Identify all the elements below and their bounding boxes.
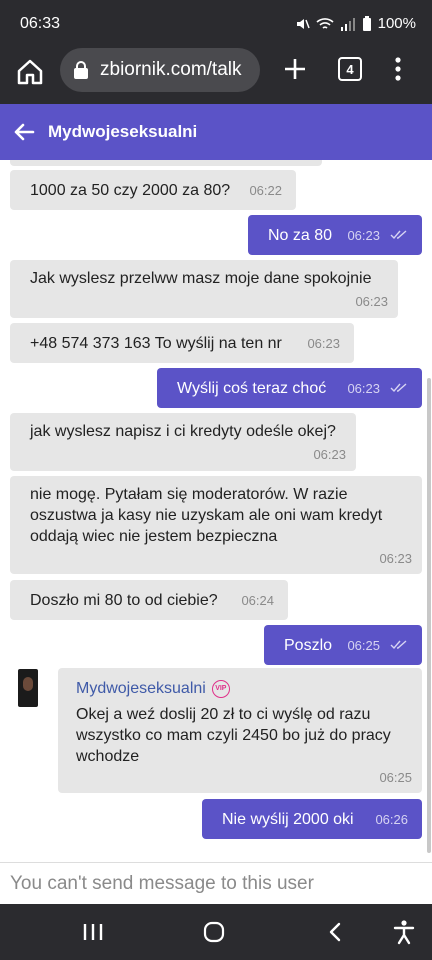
message-outgoing: Nie wyślij 2000 oki 06:26 (202, 799, 422, 839)
lock-icon (74, 61, 88, 79)
battery-level: 100% (377, 15, 416, 32)
message-incoming: jak wyslesz napisz i ci kredyty odeśle o… (10, 413, 356, 471)
status-time: 06:33 (20, 15, 61, 32)
message-time: 06:25 (347, 637, 380, 653)
url-bar[interactable]: zbiornik.com/talk (60, 48, 260, 92)
accessibility-icon[interactable] (392, 919, 416, 945)
message-text: Doszło mi 80 to od ciebie? (30, 591, 218, 609)
vip-badge: VIP (211, 679, 230, 698)
message-incoming: nie mogę. Pytałam się moderatorów. W raz… (10, 476, 422, 574)
message-incoming: 1000 za 50 czy 2000 za 80? 06:22 (10, 170, 296, 210)
system-nav-bar (0, 904, 432, 960)
message-outgoing: Poszlo 06:25 (264, 625, 422, 665)
message-time: 06:22 (249, 182, 282, 198)
read-receipt-icon (390, 640, 407, 650)
message-time: 06:23 (347, 227, 380, 243)
message-incoming-with-sender: Mydwojeseksualni VIP Okej a weź doslij 2… (58, 668, 422, 793)
message-text-line: nie mogę. Pytałam się moderatorów. W raz… (30, 486, 348, 503)
message-outgoing: No za 80 06:23 (248, 215, 422, 255)
message-list[interactable]: 1000 za 50 czy 2000 za 80? 06:22 No za 80… (0, 160, 432, 862)
message-text: Jak wyslesz przelww masz moje dane spoko… (30, 270, 372, 287)
message-text-line: wchodze (76, 748, 140, 765)
message-time: 06:26 (375, 811, 408, 827)
url-text: zbiornik.com/talk (100, 59, 242, 80)
home-icon[interactable] (14, 56, 46, 88)
chat-header: Mydwojeseksualni (0, 104, 432, 160)
battery-icon (362, 15, 371, 31)
message-text: Wyślij coś teraz choć (177, 379, 327, 397)
message-time: 06:23 (307, 335, 340, 351)
message-time: 06:23 (355, 294, 388, 309)
message-time: 06:25 (379, 770, 412, 785)
read-receipt-icon (390, 230, 407, 240)
message-text: No za 80 (268, 226, 333, 244)
status-bar: 06:33 100% (0, 0, 432, 46)
message-input-bar: You can't send message to this user (0, 862, 432, 904)
message-incoming: Jak wyslesz przelww masz moje dane spoko… (10, 260, 398, 318)
home-nav-icon[interactable] (202, 921, 226, 943)
message-time: 06:23 (379, 551, 412, 566)
avatar[interactable] (18, 669, 38, 707)
message-time: 06:23 (313, 447, 346, 462)
message-bubble-partial (10, 160, 322, 166)
sender-name[interactable]: Mydwojeseksualni (76, 678, 206, 699)
back-arrow-icon[interactable] (12, 120, 36, 144)
back-nav-icon[interactable] (326, 921, 344, 943)
message-text-line: Okej a weź doslij 20 zł to ci wyślę od r… (76, 706, 371, 723)
tab-switcher-button[interactable]: 4 (338, 57, 362, 81)
chat-title: Mydwojeseksualni (48, 122, 198, 141)
new-tab-icon[interactable] (280, 54, 310, 84)
message-text: jak wyslesz napisz i ci kredyty odeśle o… (30, 423, 336, 440)
input-disabled-notice: You can't send message to this user (10, 873, 314, 894)
message-time: 06:23 (347, 380, 380, 396)
status-icons: 100% (294, 15, 416, 32)
message-text: +48 574 373 163 To wyślij na ten nr (30, 334, 282, 352)
browser-toolbar: zbiornik.com/talk 4 (0, 46, 432, 104)
message-text: Poszlo (284, 636, 333, 654)
message-incoming: +48 574 373 163 To wyślij na ten nr 06:23 (10, 323, 354, 363)
message-time: 06:24 (241, 592, 274, 608)
tab-count: 4 (346, 61, 354, 77)
message-text: 1000 za 50 czy 2000 za 80? (30, 181, 231, 199)
message-text-line: wszystko co mam czyli 2450 bo już do pra… (76, 727, 391, 744)
read-receipt-icon (390, 383, 407, 393)
mute-icon (296, 18, 310, 29)
message-text: Nie wyślij 2000 oki (222, 810, 354, 828)
more-menu-icon[interactable] (388, 54, 408, 84)
message-text-line: oszustwa ja kasy nie uzyskam ale oni wam… (30, 507, 383, 524)
scrollbar[interactable] (427, 378, 431, 853)
message-incoming: Doszło mi 80 to od ciebie? 06:24 (10, 580, 288, 620)
message-text-line: oddają wiec nie jestem bezpieczna (30, 528, 278, 545)
signal-icon (340, 17, 355, 31)
vip-badge-label: VIP (215, 685, 227, 692)
message-outgoing: Wyślij coś teraz choć 06:23 (157, 368, 422, 408)
recent-apps-icon[interactable] (82, 922, 104, 942)
wifi-icon (316, 17, 334, 29)
